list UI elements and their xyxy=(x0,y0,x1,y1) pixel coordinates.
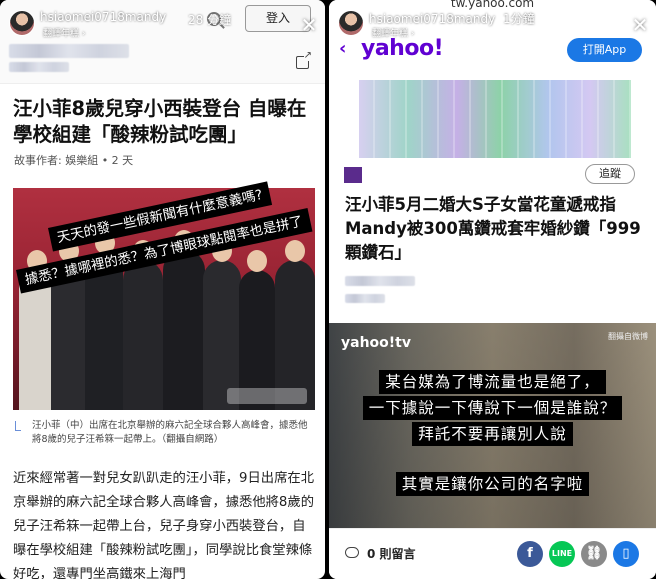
video-subtitle-line: 拜託不要再讓別人說 xyxy=(329,422,656,446)
person-figure xyxy=(123,260,163,410)
video-subtitle-line: 某台媒為了博流量也是絕了， xyxy=(329,370,656,394)
article-body: 近來經常著一對兒女趴趴走的汪小菲，9日出席在北京舉辦的麻六記全球合夥人高峰會，據… xyxy=(13,471,314,579)
subtitle-text: 其實是鑲你公司的名字啦 xyxy=(395,472,590,496)
subtitle-text: 拜託不要再讓別人說 xyxy=(412,422,573,446)
subtitle-text: 一下據說一下傳說下一個是誰說？ xyxy=(362,396,623,420)
post-time: 1分鐘 xyxy=(503,12,535,26)
comment-icon[interactable] xyxy=(345,547,359,558)
blurred-ad[interactable] xyxy=(359,80,631,158)
bookmark-icon[interactable]: ▯ xyxy=(613,541,639,567)
person-head xyxy=(247,250,267,272)
blurred-source-name xyxy=(9,44,129,58)
video-subtitle-line: 一下據說一下傳說下一個是誰說？ xyxy=(329,396,656,420)
blurred-source-logo xyxy=(9,62,69,72)
photo-watermark xyxy=(227,388,307,404)
facebook-icon[interactable]: f xyxy=(517,541,543,567)
yahoo-tv-logo: yahoo!tv xyxy=(341,335,411,351)
byline: 故事作者: 娛樂組 • 2 天 xyxy=(14,154,134,167)
person-figure xyxy=(163,250,205,410)
image-caption: 汪小菲（中）出席在北京舉辦的麻六記全球合夥人高峰會，據悉他將8歲的兒子汪希箖一起… xyxy=(32,420,308,445)
avatar[interactable] xyxy=(9,10,35,36)
blurred-date xyxy=(345,294,385,303)
link-icon[interactable]: ⛓ xyxy=(581,541,607,567)
blurred-byline xyxy=(345,276,415,286)
username[interactable]: hsiaomei0718mandy xyxy=(40,10,166,24)
left-story-panel: 登入 hsiaomei0718mandy 28 分鐘 翻譯年糕 › ✕ 汪小菲8… xyxy=(0,0,325,579)
story-subtitle[interactable]: 翻譯年糕 › xyxy=(372,26,414,39)
person-head xyxy=(285,240,305,262)
post-time: 28 分鐘 xyxy=(188,13,232,27)
subtitle-text: 某台媒為了博流量也是絕了， xyxy=(379,370,606,394)
video-source-label: 翻攝自微博 xyxy=(608,332,648,341)
publisher-logo-icon xyxy=(344,167,362,183)
follow-button[interactable]: 追蹤 xyxy=(585,164,635,184)
avatar[interactable] xyxy=(338,10,364,36)
line-icon[interactable]: LINE xyxy=(549,541,575,567)
username[interactable]: hsiaomei0718mandy 1分鐘 xyxy=(369,10,535,27)
caption-marker-icon xyxy=(15,421,21,431)
username-text[interactable]: hsiaomei0718mandy xyxy=(369,12,495,26)
video-player[interactable]: yahoo!tv 翻攝自微博 某台媒為了博流量也是絕了， 一下據說一下傳說下一個… xyxy=(329,323,656,528)
close-icon[interactable]: ✕ xyxy=(300,15,318,35)
story-header: hsiaomei0718mandy 1分鐘 翻譯年糕 › ✕ xyxy=(329,0,656,44)
right-story-panel: tw.yahoo.com hsiaomei0718mandy 1分鐘 翻譯年糕 … xyxy=(329,0,656,579)
share-bar: 0 則留言 f LINE ⛓ ▯ xyxy=(329,528,656,579)
close-icon[interactable]: ✕ xyxy=(631,15,649,35)
article-title: 汪小菲5月二婚大S子女當花童遞戒指 Mandy被300萬鑽戒套牢婚紗鑽「999顆… xyxy=(345,195,641,262)
story-subtitle[interactable]: 翻譯年糕 › xyxy=(43,26,85,39)
comment-count[interactable]: 0 則留言 xyxy=(367,545,416,562)
video-subtitle-line: 其實是鑲你公司的名字啦 xyxy=(329,472,656,496)
external-link-icon[interactable] xyxy=(296,50,312,69)
story-header: hsiaomei0718mandy 28 分鐘 翻譯年糕 › ✕ xyxy=(0,0,325,44)
article-title: 汪小菲8歲兒穿小西裝登台 自曝在學校組建「酸辣粉試吃團」 xyxy=(13,97,307,146)
